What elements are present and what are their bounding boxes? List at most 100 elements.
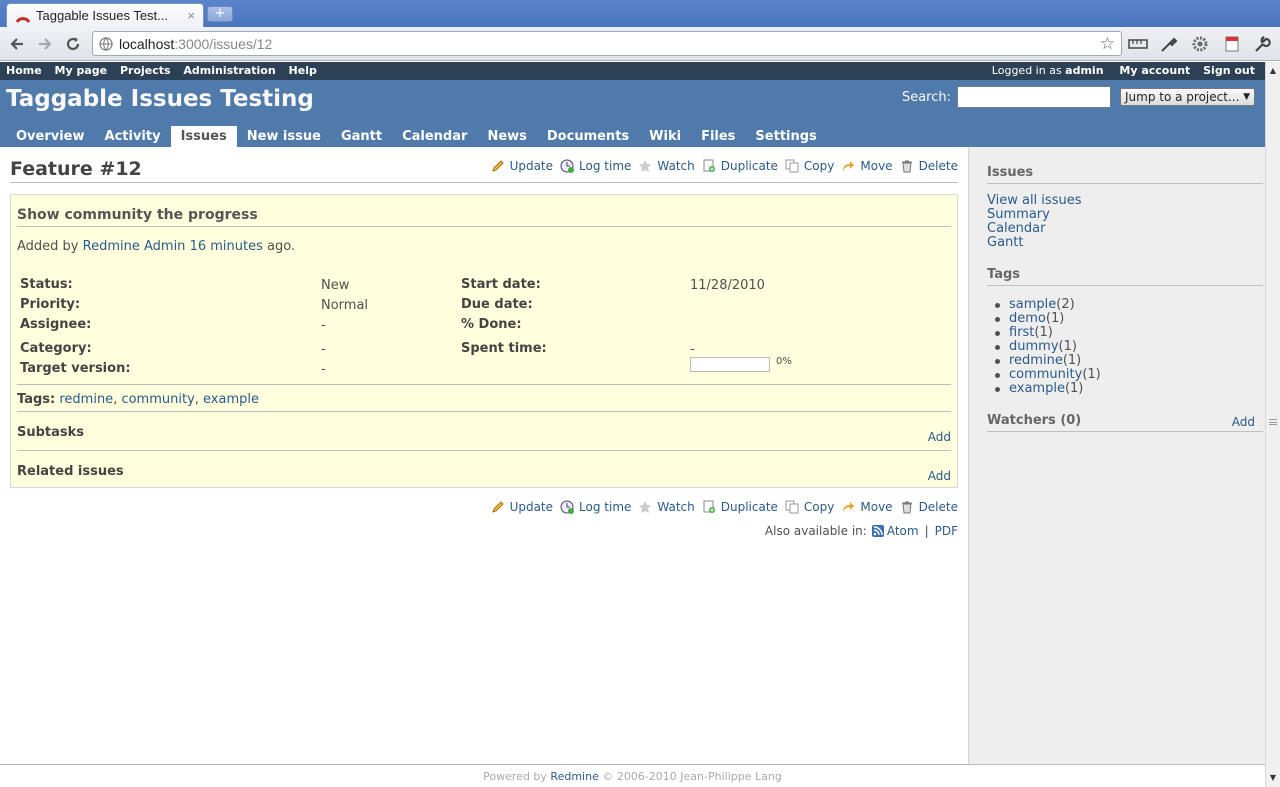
tab-new-issue[interactable]: New issue bbox=[237, 126, 331, 147]
logged-in-user[interactable]: admin bbox=[1065, 64, 1103, 77]
assignee-value: - bbox=[321, 318, 326, 333]
gear-extension-icon[interactable] bbox=[1190, 35, 1210, 53]
start-date-label: Start date: bbox=[461, 277, 541, 292]
assignee-label: Assignee: bbox=[20, 317, 92, 332]
page-menu-icon[interactable] bbox=[1222, 35, 1242, 53]
list-item: redmine(1) bbox=[995, 353, 1101, 368]
copy-button[interactable]: Copy bbox=[785, 159, 834, 173]
update-button-bottom[interactable]: Update bbox=[491, 500, 553, 514]
duplicate-button-bottom[interactable]: Duplicate bbox=[702, 500, 778, 514]
tab-wiki[interactable]: Wiki bbox=[639, 126, 691, 147]
add-related-issue-link[interactable]: Add bbox=[928, 469, 951, 483]
tag-cloud-link[interactable]: demo bbox=[1009, 311, 1046, 326]
delete-button[interactable]: Delete bbox=[900, 159, 958, 173]
copy-button-bottom[interactable]: Copy bbox=[785, 500, 834, 514]
tag-cloud-link[interactable]: sample bbox=[1009, 297, 1056, 312]
tab-close-icon[interactable]: × bbox=[187, 8, 195, 23]
author-link[interactable]: Redmine Admin bbox=[83, 239, 186, 254]
eyedropper-extension-icon[interactable] bbox=[1159, 35, 1179, 53]
tag-count: (1) bbox=[1034, 325, 1053, 340]
tag-link-redmine[interactable]: redmine bbox=[59, 392, 113, 407]
browser-tab[interactable]: Taggable Issues Test... × bbox=[6, 3, 204, 27]
search-input[interactable] bbox=[957, 86, 1111, 108]
delete-button-bottom[interactable]: Delete bbox=[900, 500, 958, 514]
add-watcher-link[interactable]: Add bbox=[1232, 415, 1255, 429]
move-button[interactable]: Move bbox=[841, 159, 893, 173]
tab-documents[interactable]: Documents bbox=[537, 126, 639, 147]
tag-count: (1) bbox=[1064, 381, 1084, 396]
sidebar-watchers-divider bbox=[987, 431, 1263, 432]
tag-cloud-link[interactable]: community bbox=[1009, 367, 1082, 382]
issue-tags: Tags: redmine, community, example bbox=[17, 392, 259, 407]
tag-cloud: sample(2) demo(1) first(1) dummy(1) redm… bbox=[995, 297, 1101, 396]
move-button-bottom[interactable]: Move bbox=[841, 500, 893, 514]
top-menu-my-page[interactable]: My page bbox=[55, 64, 108, 77]
vertical-scrollbar[interactable]: ▲ ▼ bbox=[1265, 62, 1280, 787]
top-menu-help[interactable]: Help bbox=[289, 64, 317, 77]
scroll-up-arrow-icon[interactable]: ▲ bbox=[1266, 64, 1280, 78]
list-item: sample(2) bbox=[995, 297, 1101, 312]
tab-calendar[interactable]: Calendar bbox=[392, 126, 477, 147]
sidebar-calendar[interactable]: Calendar bbox=[987, 221, 1045, 236]
back-icon[interactable] bbox=[7, 34, 27, 54]
tab-gantt[interactable]: Gantt bbox=[331, 126, 392, 147]
time-ago-link[interactable]: 16 minutes bbox=[190, 239, 263, 254]
tab-overview[interactable]: Overview bbox=[6, 126, 95, 147]
scrollbar-grip[interactable] bbox=[1269, 419, 1277, 425]
chevron-down-icon: ▼ bbox=[1243, 92, 1250, 102]
clock-icon bbox=[560, 159, 575, 173]
forward-icon[interactable] bbox=[35, 34, 55, 54]
wrench-menu-icon[interactable] bbox=[1252, 35, 1272, 53]
sign-out-link[interactable]: Sign out bbox=[1203, 64, 1255, 77]
attributes-divider bbox=[17, 384, 951, 385]
tag-cloud-link[interactable]: example bbox=[1009, 381, 1065, 396]
project-title: Taggable Issues Testing bbox=[6, 86, 314, 112]
sidebar-summary[interactable]: Summary bbox=[987, 207, 1050, 222]
tag-cloud-link[interactable]: dummy bbox=[1009, 339, 1059, 354]
tab-issues[interactable]: Issues bbox=[170, 126, 237, 147]
sidebar-gantt[interactable]: Gantt bbox=[987, 235, 1023, 250]
update-button[interactable]: Update bbox=[491, 159, 553, 173]
tag-link-example[interactable]: example bbox=[203, 392, 259, 407]
top-menu-administration[interactable]: Administration bbox=[183, 64, 275, 77]
tab-news[interactable]: News bbox=[477, 126, 536, 147]
sidebar-tags-divider bbox=[987, 285, 1263, 286]
watch-button-bottom[interactable]: Watch bbox=[638, 500, 695, 514]
add-subtask-link[interactable]: Add bbox=[928, 430, 951, 444]
footer-redmine-link[interactable]: Redmine bbox=[550, 770, 598, 783]
log-time-button[interactable]: Log time bbox=[560, 159, 631, 173]
sidebar-view-all-issues[interactable]: View all issues bbox=[987, 193, 1081, 208]
url-host: localhost bbox=[119, 35, 175, 52]
ruler-extension-icon[interactable] bbox=[1128, 35, 1148, 53]
tab-activity[interactable]: Activity bbox=[95, 126, 171, 147]
move-label: Move bbox=[860, 500, 893, 514]
log-time-button-bottom[interactable]: Log time bbox=[560, 500, 631, 514]
reload-icon[interactable] bbox=[63, 34, 83, 54]
tag-cloud-link[interactable]: first bbox=[1009, 325, 1034, 340]
rss-feed-icon bbox=[871, 525, 884, 537]
tab-files[interactable]: Files bbox=[691, 126, 745, 147]
done-progress-bar bbox=[690, 357, 770, 372]
added-by-text: Added by bbox=[17, 239, 79, 254]
project-jump-label: Jump to a project... bbox=[1125, 90, 1240, 104]
footer: Powered by Redmine © 2006-2010 Jean-Phil… bbox=[0, 764, 1265, 787]
project-jump-select[interactable]: Jump to a project... ▼ bbox=[1120, 88, 1255, 106]
duplicate-button[interactable]: Duplicate bbox=[702, 159, 778, 173]
watch-button[interactable]: Watch bbox=[638, 159, 695, 173]
sidebar-issues-divider bbox=[987, 183, 1263, 184]
atom-link[interactable]: Atom bbox=[887, 524, 919, 538]
bookmark-star-icon[interactable]: ☆ bbox=[1100, 34, 1115, 54]
copy-icon bbox=[785, 159, 799, 173]
top-menu-home[interactable]: Home bbox=[6, 64, 42, 77]
scroll-down-arrow-icon[interactable]: ▼ bbox=[1266, 771, 1280, 785]
top-menu-projects[interactable]: Projects bbox=[120, 64, 171, 77]
my-account-link[interactable]: My account bbox=[1119, 64, 1190, 77]
tab-settings[interactable]: Settings bbox=[745, 126, 826, 147]
new-tab-button[interactable]: + bbox=[207, 6, 233, 22]
tag-link-community[interactable]: community bbox=[121, 392, 194, 407]
browser-tabstrip: Taggable Issues Test... × + bbox=[0, 0, 1280, 27]
footer-powered-by: Powered by bbox=[483, 770, 547, 783]
address-bar[interactable]: localhost:3000/issues/12 ☆ bbox=[92, 31, 1122, 56]
tag-cloud-link[interactable]: redmine bbox=[1009, 353, 1063, 368]
pdf-link[interactable]: PDF bbox=[935, 524, 958, 538]
